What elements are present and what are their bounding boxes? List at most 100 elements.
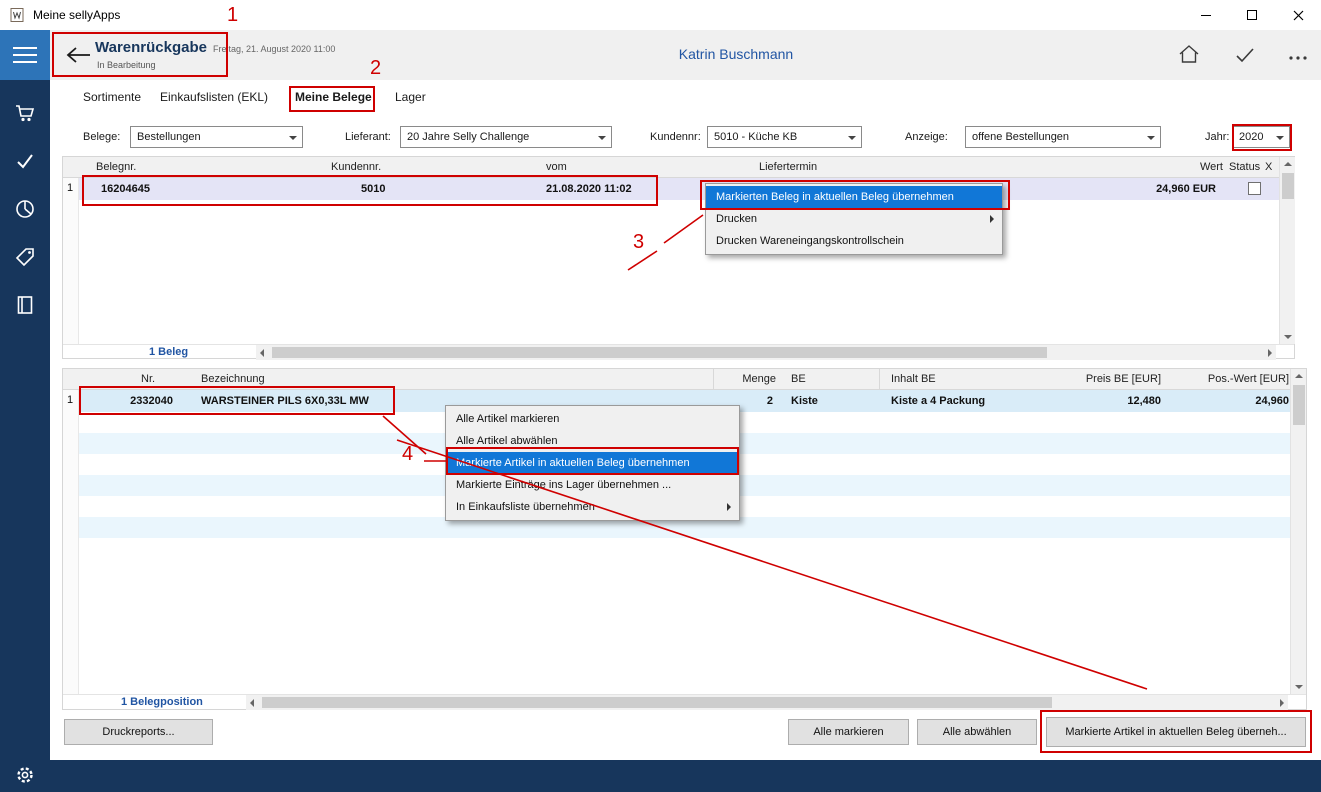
cell-bezeichnung: WARSTEINER PILS 6X0,33L MW [201, 390, 369, 412]
chevron-down-icon [289, 136, 297, 140]
sidebar [0, 30, 50, 792]
page-header: WarenrückgabeFreitag, 21. August 2020 11… [50, 30, 1321, 80]
scrollbar-thumb[interactable] [1282, 173, 1294, 199]
menu-item-alle-abwaehlen[interactable]: Alle Artikel abwählen [446, 430, 739, 452]
chevron-down-icon [848, 136, 856, 140]
anzeige-dropdown[interactable]: offene Bestellungen [965, 126, 1161, 148]
maximize-button[interactable] [1229, 0, 1275, 30]
home-icon [1178, 44, 1200, 64]
cell-vom: 21.08.2020 11:02 [546, 178, 632, 200]
lieferant-dropdown[interactable]: 20 Jahre Selly Challenge [400, 126, 612, 148]
scroll-up-arrow[interactable] [1284, 162, 1292, 166]
scroll-down-arrow[interactable] [1295, 685, 1303, 689]
tab-lager[interactable]: Lager [395, 90, 426, 104]
cell-preis-be: 12,480 [1048, 390, 1161, 412]
positionen-vertical-scrollbar[interactable] [1290, 369, 1306, 694]
beleg-table-row[interactable]: 16204645 5010 21.08.2020 11:02 24,960 EU… [79, 178, 1279, 200]
col-x[interactable]: X [1265, 157, 1272, 177]
beleg-context-menu: Markierten Beleg in aktuellen Beleg über… [705, 183, 1003, 255]
menu-toggle-button[interactable] [0, 30, 50, 80]
scrollbar-thumb[interactable] [262, 697, 1052, 708]
price-tag-icon[interactable] [14, 246, 36, 268]
minimize-button[interactable] [1183, 0, 1229, 30]
col-preis-be[interactable]: Preis BE [EUR] [1048, 369, 1161, 389]
checkmark-icon[interactable] [14, 150, 36, 172]
belege-horizontal-scrollbar[interactable] [256, 345, 1276, 360]
positionen-table-header: Nr. Bezeichnung Menge BE Inhalt BE Preis… [63, 369, 1306, 390]
col-vom[interactable]: vom [546, 157, 567, 177]
menu-item-in-einkaufsliste[interactable]: In Einkaufsliste übernehmen [446, 496, 739, 518]
scroll-up-arrow[interactable] [1295, 374, 1303, 378]
cell-belegnr: 16204645 [101, 178, 150, 200]
col-pos-wert[interactable]: Pos.-Wert [EUR] [1181, 369, 1289, 389]
col-belegnr[interactable]: Belegnr. [96, 157, 136, 177]
cell-nr: 2332040 [103, 390, 173, 412]
close-button[interactable] [1275, 0, 1321, 30]
alle-markieren-button[interactable]: Alle markieren [788, 719, 909, 745]
scrollbar-thumb[interactable] [272, 347, 1047, 358]
col-nr[interactable]: Nr. [141, 369, 155, 389]
position-count: 1 Belegposition [121, 696, 203, 708]
settings-gear-icon[interactable] [14, 764, 36, 786]
belege-vertical-scrollbar[interactable] [1279, 157, 1295, 344]
filter-label-anzeige: Anzeige: [905, 131, 948, 143]
status-checkbox[interactable] [1248, 182, 1261, 195]
menu-item-drucken[interactable]: Drucken [706, 208, 1002, 230]
menu-item-alle-markieren[interactable]: Alle Artikel markieren [446, 408, 739, 430]
menu-item-beleg-uebernehmen[interactable]: Markierten Beleg in aktuellen Beleg über… [706, 186, 1002, 208]
pie-chart-icon[interactable] [14, 198, 36, 220]
col-kundennr[interactable]: Kundennr. [331, 157, 381, 177]
col-liefertermin[interactable]: Liefertermin [759, 157, 817, 177]
kundennr-dropdown[interactable]: 5010 - Küche KB [707, 126, 862, 148]
home-button[interactable] [1178, 44, 1200, 67]
menu-item-drucken-kontrollschein[interactable]: Drucken Wareneingangskontrollschein [706, 230, 1002, 252]
cart-icon[interactable] [14, 102, 36, 124]
scroll-right-arrow[interactable] [1280, 699, 1284, 707]
close-icon [1293, 10, 1304, 21]
filter-label-jahr: Jahr: [1205, 131, 1229, 143]
tab-sortimente[interactable]: Sortimente [83, 90, 141, 104]
filter-label-kundennr: Kundennr: [650, 131, 701, 143]
positionen-horizontal-scrollbar[interactable] [246, 695, 1288, 710]
uebernehmen-button[interactable]: Markierte Artikel in aktuellen Beleg übe… [1046, 717, 1306, 747]
menu-item-artikel-uebernehmen[interactable]: Markierte Artikel in aktuellen Beleg übe… [446, 452, 739, 474]
catalog-icon[interactable] [14, 294, 36, 316]
confirm-button[interactable] [1235, 47, 1255, 66]
ellipsis-icon [1288, 55, 1308, 61]
col-status[interactable]: Status [1229, 157, 1260, 177]
menu-item-ins-lager[interactable]: Markierte Einträge ins Lager übernehmen … [446, 474, 739, 496]
filter-label-lieferant: Lieferant: [345, 131, 391, 143]
titlebar: Meine sellyApps [0, 0, 1321, 30]
chevron-down-icon [598, 136, 606, 140]
check-icon [1235, 47, 1255, 63]
belege-table: Belegnr. Kundennr. vom Liefertermin Wert… [62, 156, 1295, 359]
scroll-right-arrow[interactable] [1268, 349, 1272, 357]
cell-be: Kiste [791, 390, 818, 412]
column-separator [879, 369, 880, 390]
tab-einkaufslisten[interactable]: Einkaufslisten (EKL) [160, 90, 268, 104]
alle-abwaehlen-button[interactable]: Alle abwählen [917, 719, 1037, 745]
col-be[interactable]: BE [791, 369, 806, 389]
scroll-left-arrow[interactable] [260, 349, 264, 357]
positionen-footer: 1 Belegposition [63, 694, 1306, 709]
tab-bar: Sortimente Einkaufslisten (EKL) Meine Be… [50, 80, 1321, 113]
scroll-left-arrow[interactable] [250, 699, 254, 707]
scroll-down-arrow[interactable] [1284, 335, 1292, 339]
belege-dropdown[interactable]: Bestellungen [130, 126, 303, 148]
back-button[interactable] [64, 45, 92, 68]
col-menge[interactable]: Menge [663, 369, 776, 389]
more-options-button[interactable] [1288, 52, 1308, 64]
beleg-count: 1 Beleg [149, 346, 188, 358]
row-number-gutter [63, 390, 79, 694]
artikel-context-menu: Alle Artikel markieren Alle Artikel abwä… [445, 405, 740, 521]
filter-bar: Belege: Bestellungen Lieferant: 20 Jahre… [50, 113, 1321, 156]
tab-meine-belege[interactable]: Meine Belege [295, 90, 372, 104]
hamburger-icon [13, 47, 37, 49]
druckreports-button[interactable]: Druckreports... [64, 719, 213, 745]
row-number-gutter [63, 178, 79, 344]
col-inhalt-be[interactable]: Inhalt BE [891, 369, 936, 389]
col-wert[interactable]: Wert [1063, 157, 1223, 177]
scrollbar-thumb[interactable] [1293, 385, 1305, 425]
col-bezeichnung[interactable]: Bezeichnung [201, 369, 265, 389]
jahr-dropdown[interactable]: 2020 [1232, 126, 1290, 148]
